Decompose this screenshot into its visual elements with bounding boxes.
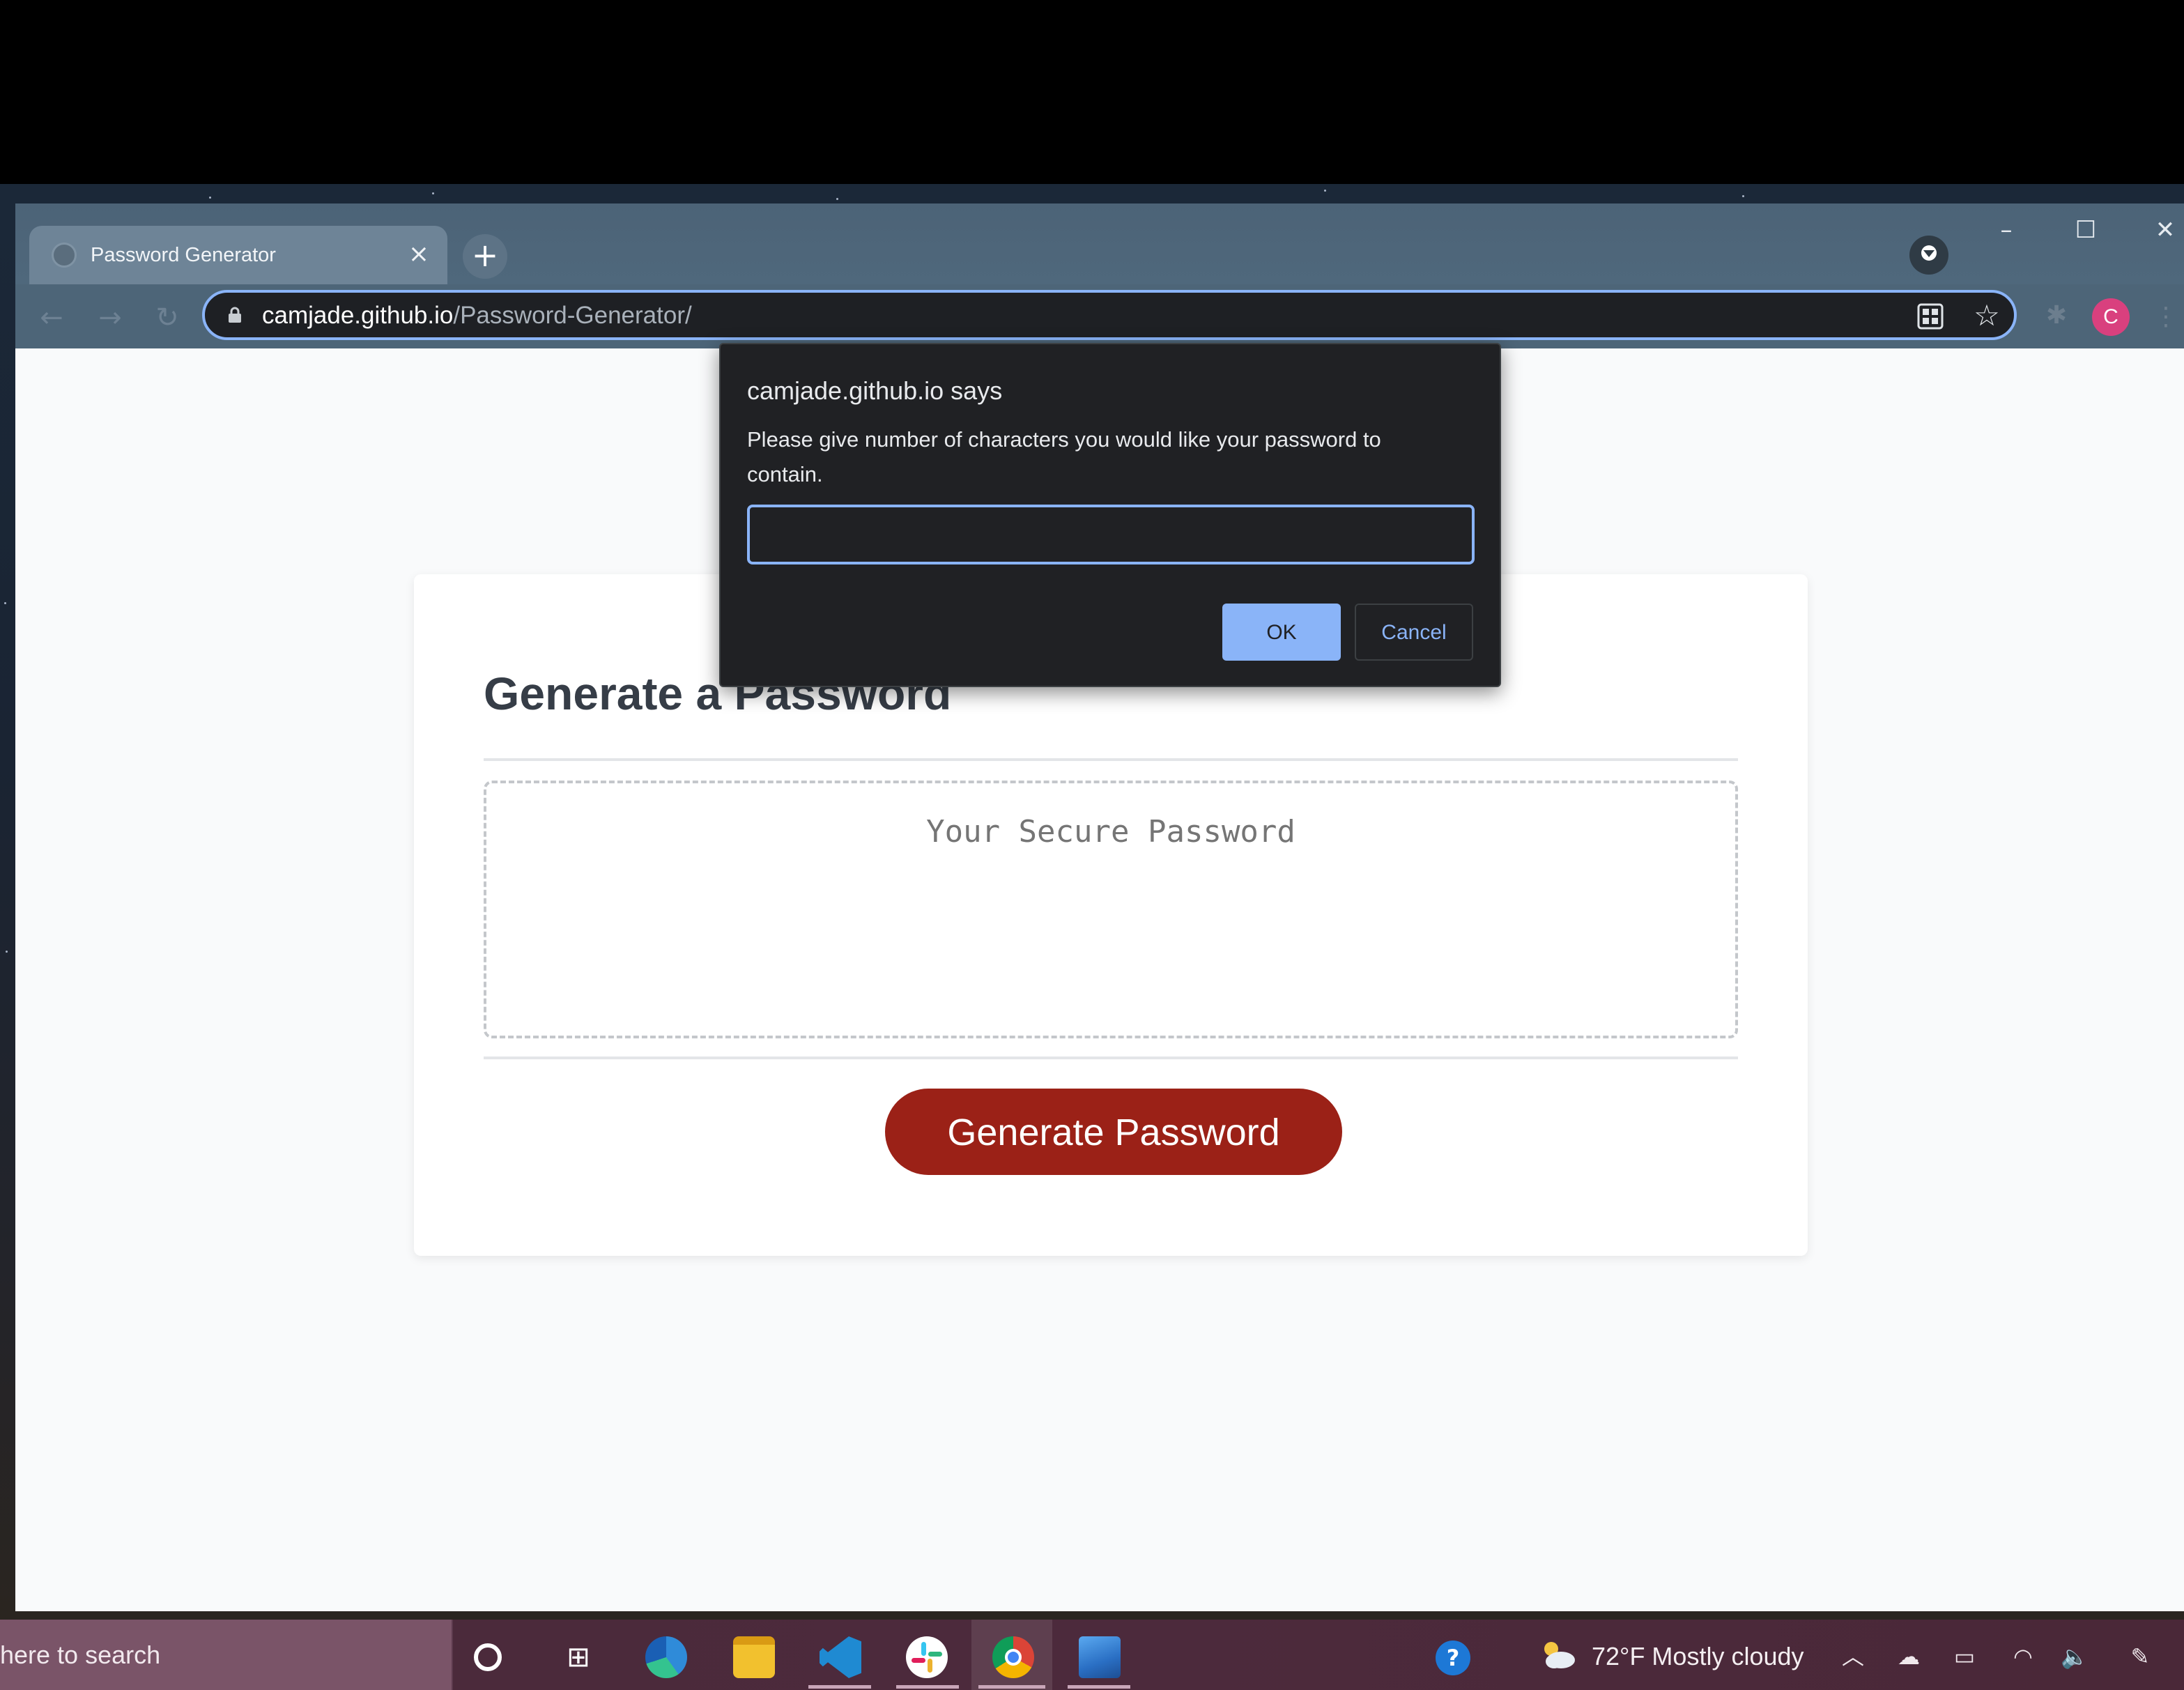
url-host: camjade.github.io (262, 302, 454, 329)
lock-icon[interactable] (227, 307, 243, 323)
dialog-input[interactable] (747, 505, 1475, 564)
generate-password-button[interactable]: Generate Password (885, 1089, 1342, 1175)
dialog-title: camjade.github.io says (747, 376, 1003, 405)
new-tab-button[interactable]: + (463, 234, 507, 279)
app-running-indicator (896, 1685, 959, 1689)
chevron-up-icon[interactable]: ︿ (1837, 1641, 1869, 1673)
globe-icon (52, 243, 77, 268)
taskbar-search-text: here to search (0, 1641, 161, 1669)
divider (484, 1057, 1738, 1059)
url-path: /Password-Generator/ (453, 302, 692, 329)
star-icon[interactable]: ☆ (1969, 298, 2004, 333)
tab-title: Password Generator (91, 244, 276, 266)
file-explorer-icon[interactable] (733, 1636, 775, 1678)
url-text[interactable]: camjade.github.io/Password-Generator/ (262, 298, 692, 333)
menu-icon[interactable]: ⋮ (2153, 298, 2178, 336)
ok-button[interactable]: OK (1222, 604, 1341, 661)
app-running-indicator (1068, 1685, 1130, 1689)
onedrive-icon[interactable]: ☁ (1893, 1641, 1925, 1673)
password-output[interactable] (484, 781, 1738, 1038)
close-window-button[interactable]: ✕ (2134, 209, 2184, 251)
slack-icon[interactable] (906, 1636, 948, 1678)
battery-icon[interactable]: ▭ (1948, 1641, 1981, 1673)
help-icon[interactable]: ? (1436, 1641, 1470, 1675)
app-running-indicator (978, 1685, 1045, 1689)
task-view-icon[interactable]: ⊞ (557, 1636, 599, 1678)
weather-text[interactable]: 72°F Mostly cloudy (1592, 1639, 1804, 1674)
cancel-button[interactable]: Cancel (1355, 604, 1473, 661)
divider (484, 758, 1738, 761)
minimize-button[interactable]: – (1975, 209, 2038, 251)
reload-button[interactable]: ↻ (148, 298, 187, 337)
dialog-message: Please give number of characters you wou… (747, 427, 1381, 486)
forward-button[interactable]: → (91, 298, 130, 337)
qr-code-icon[interactable] (1916, 302, 1944, 330)
avatar[interactable]: C (2092, 298, 2130, 336)
volume-icon[interactable]: 🔈 (2059, 1641, 2091, 1673)
cortana-icon[interactable] (474, 1643, 502, 1671)
tab-search-icon[interactable] (1909, 236, 1948, 275)
maximize-button[interactable]: ☐ (2054, 209, 2117, 251)
wifi-icon[interactable]: ◠ (2007, 1641, 2039, 1673)
puzzle-icon[interactable]: ✱ (2039, 298, 2074, 333)
back-button[interactable]: ← (32, 298, 71, 337)
edge-icon[interactable] (645, 1636, 687, 1678)
chrome-icon[interactable] (992, 1636, 1034, 1678)
app-running-indicator (808, 1685, 871, 1689)
close-tab-icon[interactable]: × (403, 238, 435, 270)
photos-icon[interactable] (1079, 1636, 1121, 1678)
weather-cloud-icon[interactable] (1539, 1638, 1578, 1673)
pen-icon[interactable]: ✎ (2124, 1641, 2156, 1673)
